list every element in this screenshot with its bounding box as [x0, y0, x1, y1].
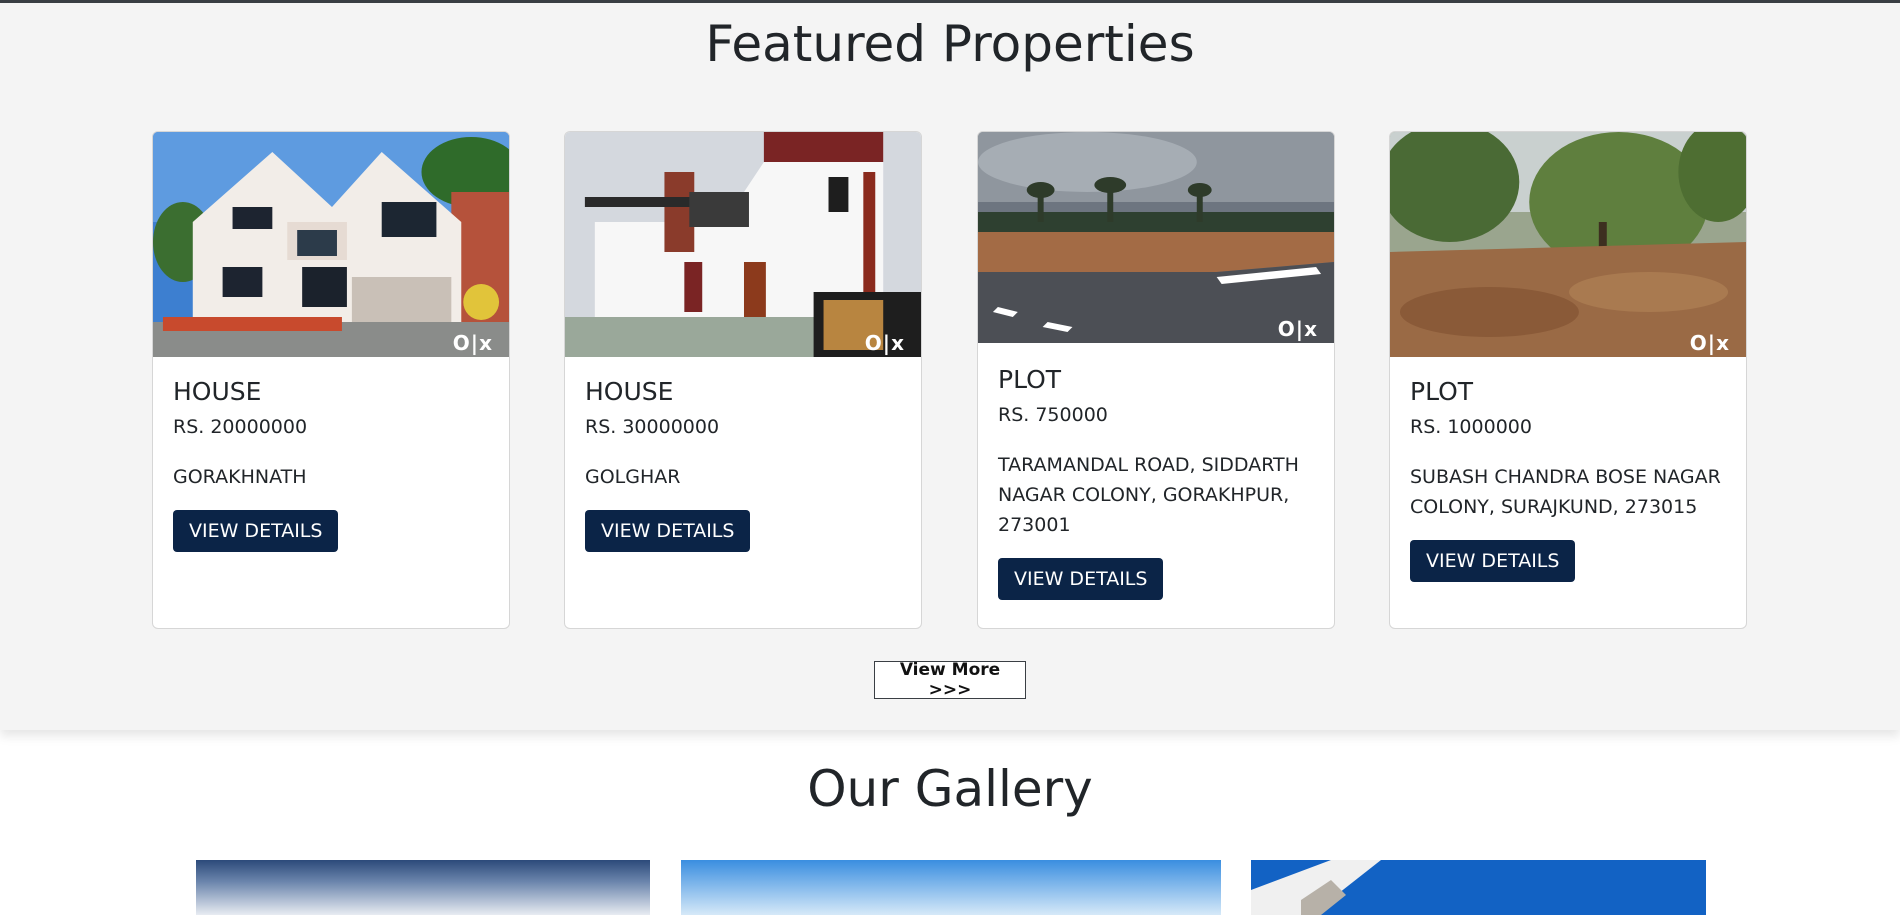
property-image[interactable]: O|x: [565, 132, 921, 357]
watermark: O|x: [1277, 317, 1318, 341]
watermark: O|x: [452, 331, 493, 355]
view-details-button[interactable]: VIEW DETAILS: [1410, 540, 1576, 582]
gallery-title: Our Gallery: [807, 760, 1093, 818]
view-details-button[interactable]: VIEW DETAILS: [173, 510, 339, 552]
view-more-button[interactable]: View More >>>: [874, 660, 1026, 700]
property-type: HOUSE: [585, 377, 674, 406]
watermark: O|x: [864, 331, 905, 355]
property-location: GORAKHNATH: [173, 466, 307, 488]
property-card: O|x HOUSE RS. 30000000 GOLGHAR VIEW DETA…: [564, 131, 922, 629]
property-location: GOLGHAR: [585, 466, 681, 488]
property-type: PLOT: [998, 365, 1062, 394]
property-location: SUBASH CHANDRA BOSE NAGAR COLONY, SURAJK…: [1410, 466, 1721, 518]
property-location: TARAMANDAL ROAD, SIDDARTH NAGAR COLONY, …: [998, 454, 1299, 536]
property-price: RS. 750000: [998, 404, 1108, 426]
property-card: O|x HOUSE RS. 20000000 GORAKHNATH VIEW D…: [152, 131, 510, 629]
featured-properties-section: Featured Properties O|x HOUSE RS. 200000…: [0, 3, 1900, 730]
property-card: O|x PLOT RS. 750000 TARAMANDAL ROAD, SID…: [977, 131, 1335, 629]
property-type: PLOT: [1410, 377, 1474, 406]
property-card: O|x PLOT RS. 1000000 SUBASH CHANDRA BOSE…: [1389, 131, 1747, 629]
gallery-image[interactable]: [1251, 860, 1706, 915]
property-type: HOUSE: [173, 377, 262, 406]
property-image[interactable]: O|x: [978, 132, 1334, 343]
view-details-button[interactable]: VIEW DETAILS: [998, 558, 1164, 600]
property-price: RS. 1000000: [1410, 416, 1532, 438]
gallery-image[interactable]: [681, 860, 1221, 915]
property-image[interactable]: O|x: [153, 132, 509, 357]
property-price: RS. 20000000: [173, 416, 308, 438]
property-image[interactable]: O|x: [1390, 132, 1746, 357]
property-price: RS. 30000000: [585, 416, 720, 438]
view-details-button[interactable]: VIEW DETAILS: [585, 510, 751, 552]
gallery-image[interactable]: [196, 860, 650, 915]
featured-title: Featured Properties: [705, 15, 1195, 73]
watermark: O|x: [1689, 331, 1730, 355]
